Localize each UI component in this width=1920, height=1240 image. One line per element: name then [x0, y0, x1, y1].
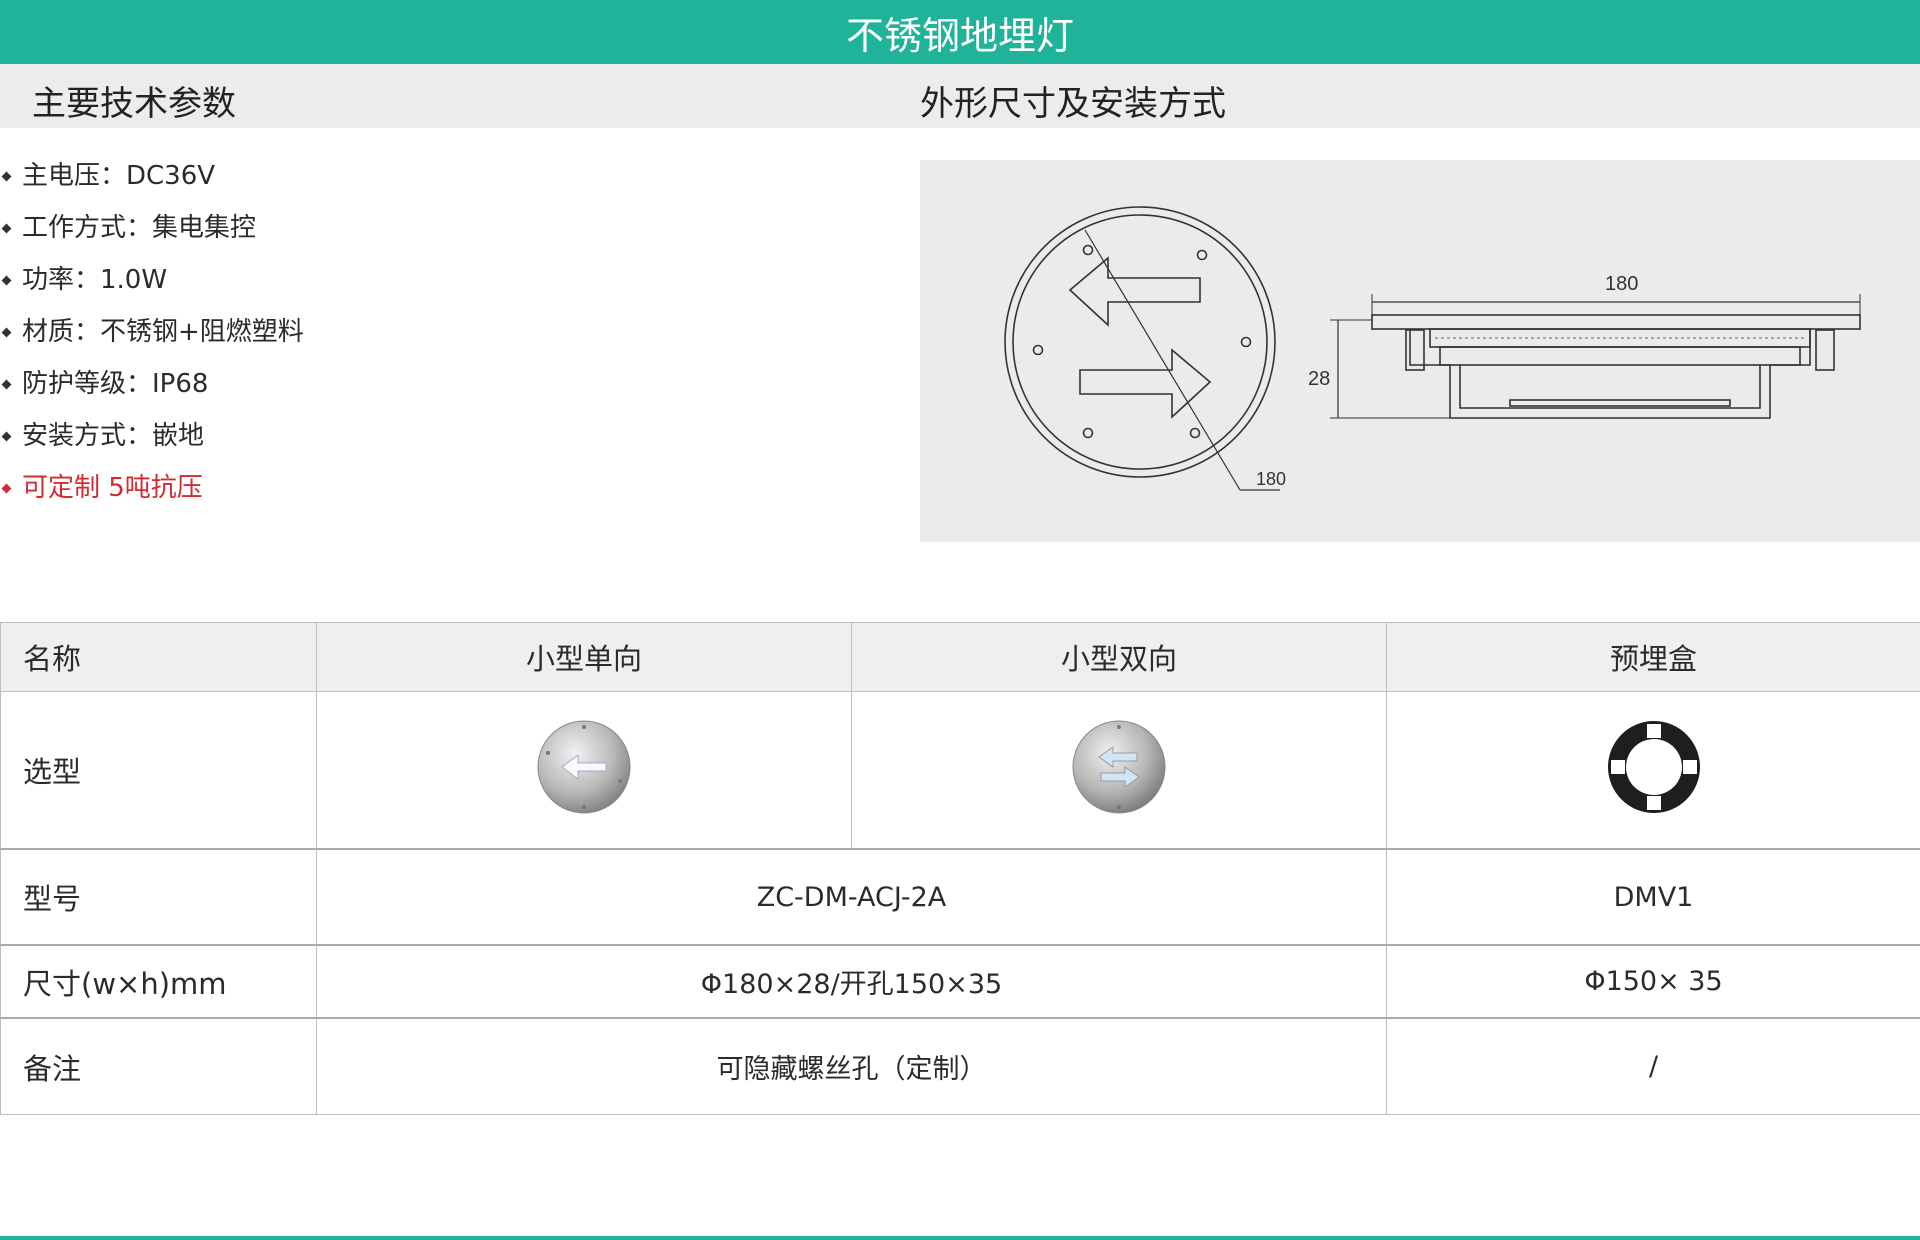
- bullet-icon: [1, 483, 12, 493]
- table-row-model: 型号 ZC-DM-ACJ-2A DMV1: [0, 848, 1920, 946]
- dim-width-label: 180: [1605, 273, 1638, 295]
- header-col-single: 小型单向: [316, 622, 852, 692]
- box-model-value: DMV1: [1386, 848, 1920, 946]
- spec-table: 名称 小型单向 小型双向 预埋盒 选型 型号 ZC-DM-ACJ-2A DMV1…: [0, 622, 1920, 1115]
- bullet-icon: [1, 275, 12, 285]
- box-note-value: /: [1386, 1017, 1920, 1115]
- double-direction-lamp-icon: [1072, 720, 1166, 813]
- dims-section-title: 外形尺寸及安装方式: [920, 84, 1226, 124]
- spec-text: 主电压：DC36V: [22, 161, 216, 191]
- embedded-box-icon: [1607, 720, 1700, 813]
- lamp-size-value: Φ180×28/开孔150×35: [316, 944, 1387, 1019]
- bullet-icon: [1, 223, 12, 233]
- bullet-icon: [1, 431, 12, 441]
- header-col-double: 小型双向: [851, 622, 1387, 692]
- bullet-icon: [1, 379, 12, 389]
- dimension-drawing: 180 180 28: [920, 160, 1920, 542]
- note-label: 备注: [0, 1017, 317, 1115]
- box-size-value: Φ150× 35: [1386, 944, 1920, 1019]
- section-header-bar: 主要技术参数 外形尺寸及安装方式: [0, 64, 1920, 128]
- bottom-accent-line: [0, 1236, 1920, 1240]
- page-title: 不锈钢地埋灯: [845, 13, 1074, 58]
- table-header-row: 名称 小型单向 小型双向 预埋盒: [0, 622, 1920, 692]
- spec-item-highlight: 可定制 5吨抗压: [0, 462, 304, 514]
- spec-item: 材质：不锈钢+阻燃塑料: [0, 306, 304, 358]
- spec-text: 功率：1.0W: [22, 265, 168, 295]
- spec-text: 可定制 5吨抗压: [22, 473, 203, 503]
- dim-height-label: 28: [1308, 368, 1330, 390]
- header-name-label: 名称: [0, 622, 317, 692]
- spec-text: 安装方式：嵌地: [22, 421, 205, 451]
- bullet-icon: [1, 171, 12, 181]
- spec-text: 工作方式：集电集控: [22, 213, 257, 243]
- header-col-box: 预埋盒: [1386, 622, 1920, 692]
- lamp-model-value: ZC-DM-ACJ-2A: [316, 848, 1387, 946]
- double-lamp-cell: [851, 691, 1387, 850]
- top-view: [1004, 206, 1280, 491]
- dim-diameter-label: 180: [1256, 469, 1286, 489]
- side-view: [1330, 294, 1861, 419]
- size-label: 尺寸(w×h)mm: [0, 944, 317, 1019]
- spec-item: 功率：1.0W: [0, 254, 304, 306]
- technical-drawing: 180 180 28: [1004, 206, 1861, 491]
- spec-item: 主电压：DC36V: [0, 150, 304, 202]
- single-lamp-cell: [316, 691, 852, 850]
- single-direction-lamp-icon: [537, 720, 631, 813]
- spec-list: 主电压：DC36V 工作方式：集电集控 功率：1.0W 材质：不锈钢+阻燃塑料 …: [0, 150, 304, 514]
- page-title-bar: 不锈钢地埋灯: [0, 0, 1920, 64]
- table-row-size: 尺寸(w×h)mm Φ180×28/开孔150×35 Φ150× 35: [0, 944, 1920, 1019]
- lamp-note-value: 可隐藏螺丝孔（定制）: [316, 1017, 1387, 1115]
- model-label: 型号: [0, 848, 317, 946]
- spec-text: 防护等级：IP68: [22, 369, 209, 399]
- spec-item: 防护等级：IP68: [0, 358, 304, 410]
- spec-item: 安装方式：嵌地: [0, 410, 304, 462]
- table-row-selection: 选型: [0, 691, 1920, 850]
- spec-item: 工作方式：集电集控: [0, 202, 304, 254]
- selection-label: 选型: [0, 691, 317, 850]
- table-row-note: 备注 可隐藏螺丝孔（定制） /: [0, 1017, 1920, 1115]
- box-cell: [1386, 691, 1920, 850]
- bullet-icon: [1, 327, 12, 337]
- params-section-title: 主要技术参数: [32, 84, 236, 124]
- spec-text: 材质：不锈钢+阻燃塑料: [22, 317, 304, 347]
